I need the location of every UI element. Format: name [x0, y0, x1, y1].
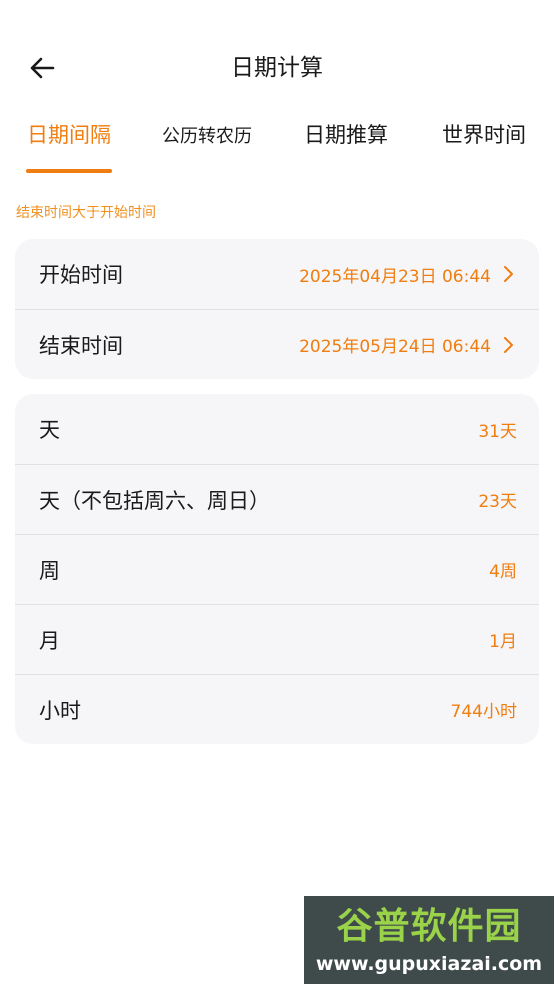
result-value: 4周: [489, 562, 517, 582]
chevron-right-icon: [503, 265, 517, 283]
start-time-row[interactable]: 开始时间 2025年04月23日 06:44: [15, 239, 539, 309]
page-title: 日期计算: [231, 55, 323, 81]
result-value: 1月: [489, 632, 517, 652]
result-row-months: 月 1月: [15, 604, 539, 674]
results-card: 天 31天 天（不包括周六、周日） 23天 周 4周 月 1月 小时 744小时: [15, 394, 539, 744]
tab-date-interval[interactable]: 日期间隔: [27, 120, 111, 150]
watermark-url: www.gupuxiazai.com: [315, 953, 543, 975]
end-time-row[interactable]: 结束时间 2025年05月24日 06:44: [15, 309, 539, 379]
tab-world-time[interactable]: 世界时间: [442, 120, 526, 150]
active-tab-indicator: [26, 169, 112, 173]
result-row-hours: 小时 744小时: [15, 674, 539, 744]
result-row-weeks: 周 4周: [15, 534, 539, 604]
end-time-value: 2025年05月24日 06:44: [299, 337, 491, 357]
start-time-label: 开始时间: [39, 263, 123, 287]
start-time-value: 2025年04月23日 06:44: [299, 266, 491, 287]
result-label: 周: [39, 558, 60, 583]
watermark-title: 谷普软件园: [336, 906, 522, 947]
result-row-days: 天 31天: [15, 394, 539, 464]
end-time-label: 结束时间: [39, 333, 123, 358]
result-value: 23天: [478, 492, 517, 512]
result-row-workdays: 天（不包括周六、周日） 23天: [15, 464, 539, 534]
result-value: 31天: [478, 421, 517, 442]
tab-date-calc[interactable]: 日期推算: [304, 120, 388, 150]
result-label: 天: [39, 418, 60, 442]
result-label: 小时: [39, 698, 81, 723]
validation-hint: 结束时间大于开始时间: [16, 205, 156, 221]
result-label: 月: [39, 628, 60, 653]
tab-lunar-convert[interactable]: 公历转农历: [162, 122, 252, 152]
result-label: 天（不包括周六、周日）: [39, 488, 270, 513]
result-value: 744小时: [450, 702, 517, 722]
watermark-logo: 谷普软件园 www.gupuxiazai.com: [304, 896, 554, 984]
time-range-card: 开始时间 2025年04月23日 06:44 结束时间 2025年05月24日 …: [15, 239, 539, 379]
chevron-right-icon: [503, 336, 517, 354]
tab-bar: 日期间隔 公历转农历 日期推算 世界时间: [0, 114, 554, 174]
